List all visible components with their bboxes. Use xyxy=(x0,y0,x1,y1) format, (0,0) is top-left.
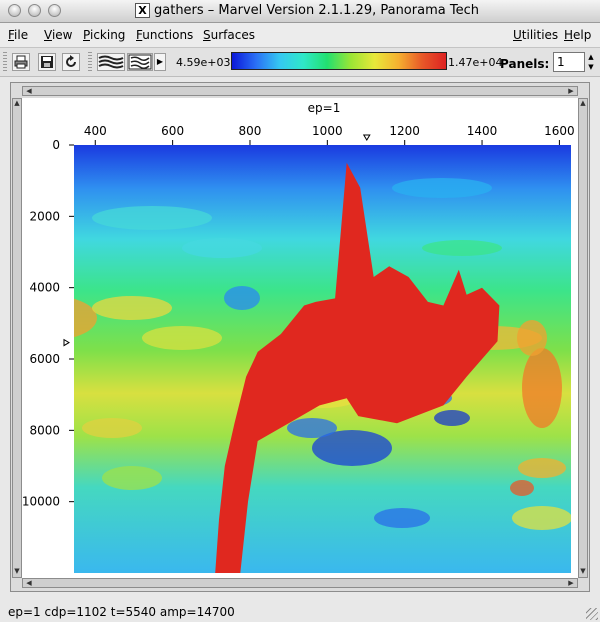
amplitude-blob xyxy=(92,296,172,320)
bottom-horizontal-scrollbar[interactable] xyxy=(22,578,578,588)
top-scroll-left-arrow-icon[interactable]: ◀ xyxy=(24,86,34,96)
left-scroll-up-arrow-icon[interactable]: ▲ xyxy=(12,98,22,108)
amplitude-blob xyxy=(392,178,492,198)
menu-file[interactable]: File xyxy=(8,28,28,42)
refresh-icon xyxy=(66,55,76,67)
amplitude-blob xyxy=(142,326,222,350)
cursor-x-marker-icon xyxy=(362,134,371,141)
colorbar-max-label: 1.47e+04 xyxy=(448,56,503,69)
printer-icon xyxy=(14,55,28,69)
x-tick-label: 800 xyxy=(239,124,262,138)
amplitude-blob xyxy=(512,506,571,530)
plot-area: 400 600 800 1000 1200 1400 1600 0 2000 4000 6000 80… xyxy=(22,98,578,578)
amplitude-blob xyxy=(374,508,430,528)
x11-icon: X xyxy=(135,3,150,18)
top-horizontal-scrollbar[interactable] xyxy=(22,86,578,96)
right-scroll-down-arrow-icon[interactable]: ▼ xyxy=(578,566,588,576)
right-scroll-up-arrow-icon[interactable]: ▲ xyxy=(578,98,588,108)
x-tick-label: 1000 xyxy=(312,124,343,138)
panels-down-arrow-icon[interactable]: ▼ xyxy=(586,62,596,72)
amplitude-blob xyxy=(224,286,260,310)
print-button[interactable] xyxy=(12,53,30,71)
y-tick-label: 8000 xyxy=(29,423,60,437)
wiggle-trace-icon xyxy=(98,55,124,69)
y-tick-label: 6000 xyxy=(29,352,60,366)
menu-bar: File View Picking Functions Surfaces Uti… xyxy=(0,23,600,48)
left-vertical-scrollbar[interactable] xyxy=(12,98,22,578)
amplitude-blob xyxy=(434,410,470,426)
x-tick-label: 1600 xyxy=(544,124,575,138)
menu-utilities[interactable]: Utilities xyxy=(513,28,558,42)
menu-functions[interactable]: Functions xyxy=(136,28,193,42)
menu-picking[interactable]: Picking xyxy=(83,28,125,42)
amplitude-blob xyxy=(517,320,547,356)
panels-stepper[interactable]: ▲ ▼ xyxy=(586,52,596,72)
menu-help[interactable]: Help xyxy=(564,28,591,42)
amplitude-blob xyxy=(22,384,72,412)
seismic-gather-plot[interactable]: 400 600 800 1000 1200 1400 1600 0 2000 4000 6000 80… xyxy=(22,98,578,578)
menu-view[interactable]: View xyxy=(44,28,72,42)
bottom-scroll-right-arrow-icon[interactable]: ▶ xyxy=(566,578,576,588)
resize-grip-icon[interactable] xyxy=(586,608,598,620)
x-tick-label: 400 xyxy=(84,124,107,138)
status-bar: ep=1 cdp=1102 t=5540 amp=14700 xyxy=(0,600,600,622)
amplitude-blob xyxy=(522,348,562,428)
menu-surfaces[interactable]: Surfaces xyxy=(203,28,255,42)
top-scroll-right-arrow-icon[interactable]: ▶ xyxy=(566,86,576,96)
toolbar-grip xyxy=(3,52,7,72)
y-tick-label: 0 xyxy=(52,138,60,152)
panels-label: Panels: xyxy=(500,57,550,71)
amplitude-blob xyxy=(82,418,142,438)
right-vertical-scrollbar[interactable] xyxy=(578,98,588,578)
density-pattern-icon xyxy=(128,54,152,70)
left-scroll-down-arrow-icon[interactable]: ▼ xyxy=(12,566,22,576)
wiggle-display-button[interactable] xyxy=(97,53,125,71)
density-display-button[interactable] xyxy=(127,53,153,71)
minimize-window-button[interactable] xyxy=(28,4,41,17)
amplitude-blob xyxy=(182,238,262,258)
bottom-scroll-left-arrow-icon[interactable]: ◀ xyxy=(24,578,34,588)
amplitude-blob xyxy=(102,466,162,490)
close-window-button[interactable] xyxy=(8,4,21,17)
amplitude-blob xyxy=(518,458,566,478)
panels-input[interactable] xyxy=(553,52,585,72)
floppy-disk-icon xyxy=(41,56,53,68)
amplitude-blob xyxy=(92,206,212,230)
save-button[interactable] xyxy=(38,53,56,71)
y-tick-label: 4000 xyxy=(29,281,60,295)
x-tick-label: 1400 xyxy=(467,124,498,138)
window-title: gathers – Marvel Version 2.1.1.29, Panor… xyxy=(154,3,479,18)
toolbar-separator xyxy=(88,52,92,72)
amplitude-blob xyxy=(510,480,534,496)
panel-title: ep=1 xyxy=(308,101,341,115)
panels-up-arrow-icon[interactable]: ▲ xyxy=(586,52,596,62)
x-tick-label: 1200 xyxy=(389,124,420,138)
x-tick-label: 600 xyxy=(161,124,184,138)
cursor-y-marker-icon xyxy=(63,338,70,347)
y-tick-label: 10000 xyxy=(22,495,60,509)
title-bar: X gathers – Marvel Version 2.1.1.29, Pan… xyxy=(0,0,600,23)
zoom-window-button[interactable] xyxy=(48,4,61,17)
colorbar[interactable] xyxy=(231,52,447,70)
y-tick-label: 2000 xyxy=(29,209,60,223)
refresh-button[interactable] xyxy=(62,53,80,71)
amplitude-blob xyxy=(287,418,337,438)
display-options-arrow[interactable]: ▶ xyxy=(154,53,166,71)
amplitude-blob xyxy=(422,240,502,256)
colorbar-min-label: 4.59e+03 xyxy=(176,56,231,69)
status-readout: ep=1 cdp=1102 t=5540 amp=14700 xyxy=(8,605,235,619)
